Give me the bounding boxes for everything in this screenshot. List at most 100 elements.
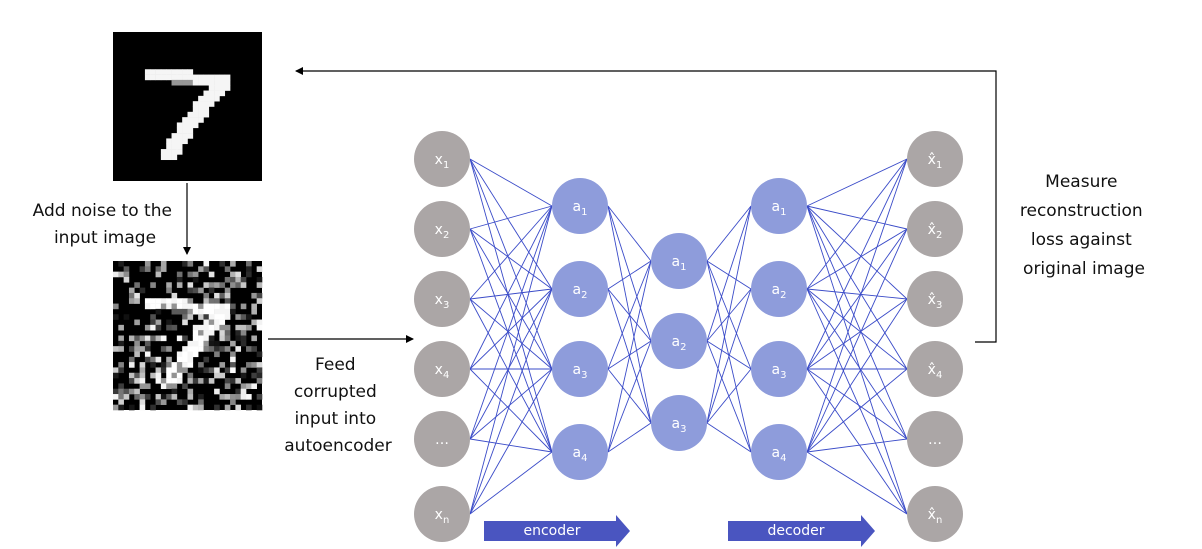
image-pixel [224,314,231,320]
network-node: a3 [552,341,608,397]
image-pixel [123,271,130,278]
image-pixel [198,117,204,123]
image-pixel [208,271,215,278]
network-edge [806,288,908,300]
image-pixel [166,298,172,304]
image-pixel [166,319,172,326]
image-pixel [182,74,188,81]
image-pixel [187,74,194,81]
image-pixel [150,303,156,310]
image-pixel [214,292,220,299]
image-pixel [256,404,263,411]
image-pixel [192,303,199,310]
image-pixel [176,298,183,304]
image-pixel [246,394,252,400]
image-pixel [256,276,263,283]
image-pixel [166,143,172,150]
network-edge [706,368,752,424]
network-edge [806,158,908,453]
image-pixel [219,335,226,342]
image-pixel [113,271,119,278]
image-pixel [187,79,194,86]
image-pixel [224,346,231,352]
image-pixel [171,383,178,390]
feed-label-line: input into [294,409,376,429]
image-pixel [203,282,210,288]
image-pixel [144,335,151,342]
network-node: x4 [414,341,470,397]
image-pixel [235,378,242,384]
image-pixel [182,319,188,326]
image-pixel [150,324,156,331]
image-pixel [224,378,231,384]
image-pixel [240,314,247,320]
image-pixel [155,308,162,315]
image-pixel [187,282,194,288]
image-pixel [224,383,231,390]
image-pixel [256,378,263,384]
network-node: a2 [552,261,608,317]
image-pixel [224,308,231,315]
image-pixel [251,383,257,390]
image-pixel [208,298,215,304]
network-edge [469,228,553,290]
image-pixel [144,74,151,81]
image-pixel [256,282,263,288]
image-pixel [187,127,194,134]
image-pixel [176,308,183,315]
image-pixel [123,394,130,400]
feed-label-line: corrupted [294,382,377,402]
image-pixel [224,266,231,272]
image-pixel [230,367,236,374]
image-pixel [224,85,231,91]
image-pixel [198,314,204,320]
add-noise-label-line: input image [54,228,156,248]
network-edge [806,158,908,290]
image-pixel [230,340,236,347]
image-pixel [235,276,242,283]
image-pixel [182,69,188,75]
network-edge [806,205,908,370]
image-pixel [214,324,220,331]
image-pixel [240,303,247,310]
image-pixel [192,276,199,283]
image-pixel [198,95,204,102]
encoder-label: encoder [523,523,580,539]
image-pixel [203,111,210,118]
image-pixel [182,362,188,368]
image-pixel [208,85,215,91]
image-pixel [139,404,146,411]
output-layer: x̂1 x̂2 x̂3 x̂4 … x̂n [907,131,963,542]
image-pixel [160,154,167,161]
network-edge [469,228,553,370]
image-pixel [113,303,119,310]
image-pixel [208,335,215,342]
image-pixel [192,271,199,278]
image-pixel [134,346,140,352]
image-pixel [171,74,178,81]
image-pixel [198,324,204,331]
network-edge [469,368,553,515]
image-pixel [176,378,183,384]
image-pixel [150,372,156,379]
image-pixel [208,95,215,102]
network-edge [706,205,752,342]
image-pixel [256,372,263,379]
image-pixel [192,346,199,352]
image-pixel [128,372,135,379]
image-pixel [187,340,194,347]
image-pixel [235,282,242,288]
image-pixel [160,303,167,310]
image-pixel [214,90,220,97]
image-pixel [155,367,162,374]
image-pixel [144,346,151,352]
image-pixel [214,95,220,102]
network-node: xn [414,486,470,542]
image-pixel [150,282,156,288]
image-pixel [240,340,247,347]
image-pixel [134,282,140,288]
image-pixel [128,378,135,384]
image-pixel [203,292,210,299]
image-pixel [214,85,220,91]
image-pixel [171,378,178,384]
